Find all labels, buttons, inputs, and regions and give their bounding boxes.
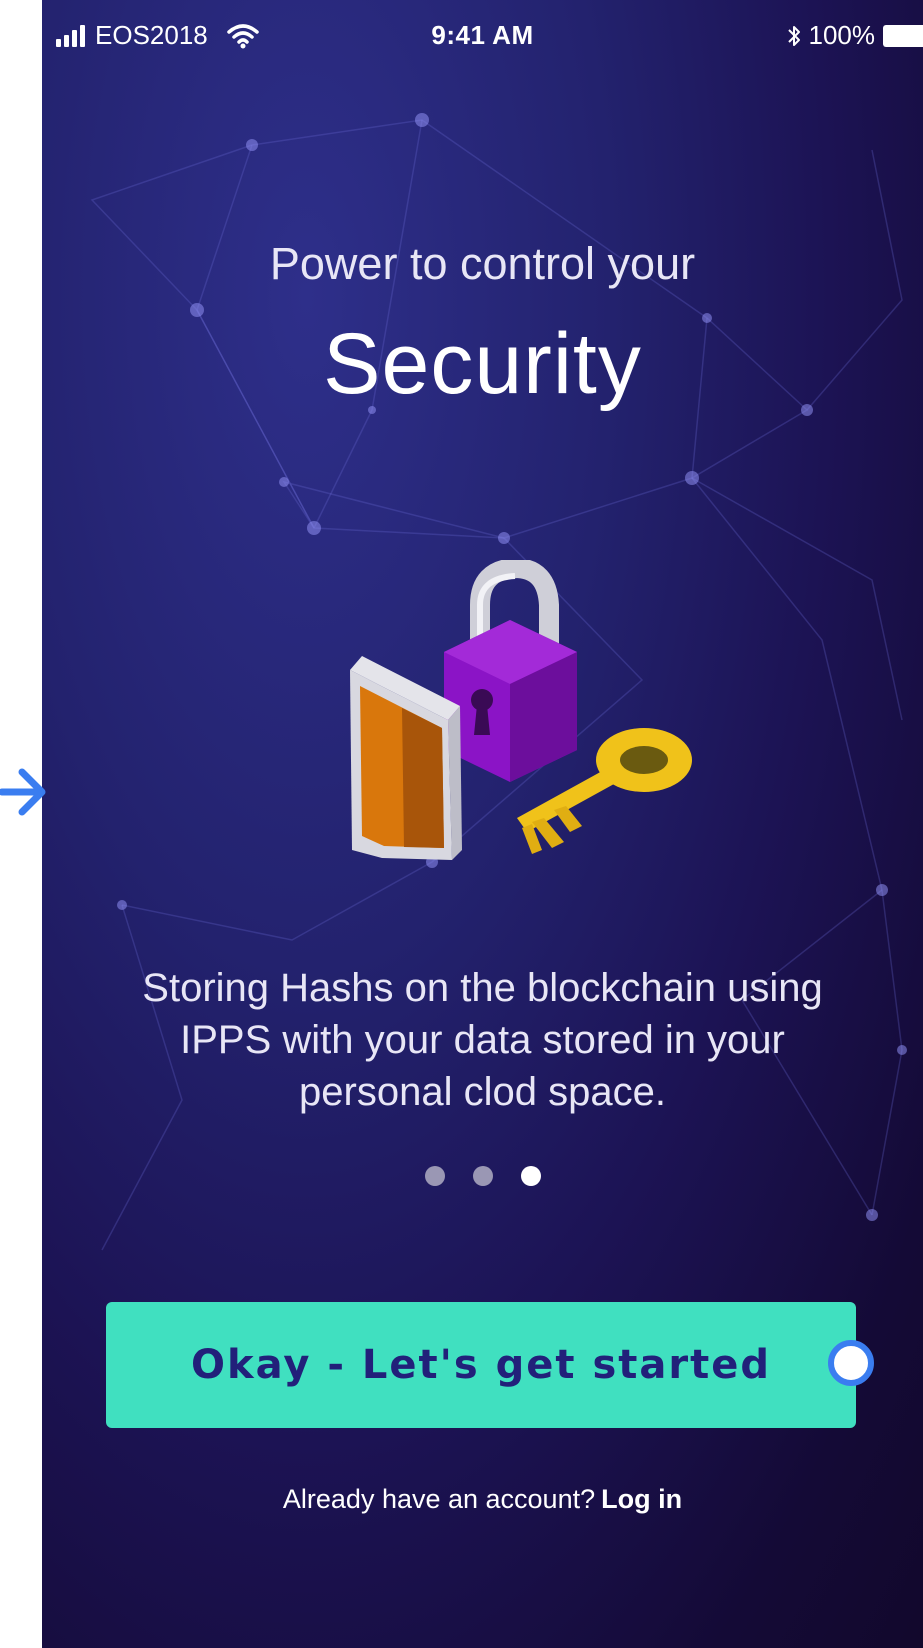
page-dot-3-active[interactable] bbox=[520, 1166, 541, 1186]
battery-icon bbox=[883, 24, 923, 47]
get-started-button[interactable]: Okay - Let's get started bbox=[106, 1302, 856, 1428]
security-illustration bbox=[350, 560, 692, 860]
login-link[interactable]: Log in bbox=[601, 1484, 682, 1514]
login-prompt-text: Already have an account? bbox=[282, 1484, 596, 1514]
onboarding-description: Storing Hashs on the blockchain using IP… bbox=[142, 966, 823, 1114]
padlock-icon bbox=[444, 560, 577, 782]
status-bar: EOS2018 9:41 AM 100% bbox=[42, 18, 923, 58]
onboarding-subtitle: Power to control your bbox=[269, 238, 696, 289]
page-indicator bbox=[42, 1166, 923, 1186]
bluetooth-icon bbox=[787, 25, 800, 46]
battery-percent: 100% bbox=[808, 20, 876, 50]
login-prompt: Already have an account? Log in bbox=[42, 1484, 923, 1515]
prototype-link-handle[interactable] bbox=[828, 1340, 874, 1386]
onboarding-title: Security bbox=[323, 316, 642, 412]
page-dot-2[interactable] bbox=[472, 1166, 493, 1186]
page-dot-1[interactable] bbox=[424, 1166, 445, 1186]
phone-screen: EOS2018 9:41 AM 100% Power to control yo… bbox=[42, 0, 923, 1648]
arrow-right-icon bbox=[0, 768, 46, 816]
